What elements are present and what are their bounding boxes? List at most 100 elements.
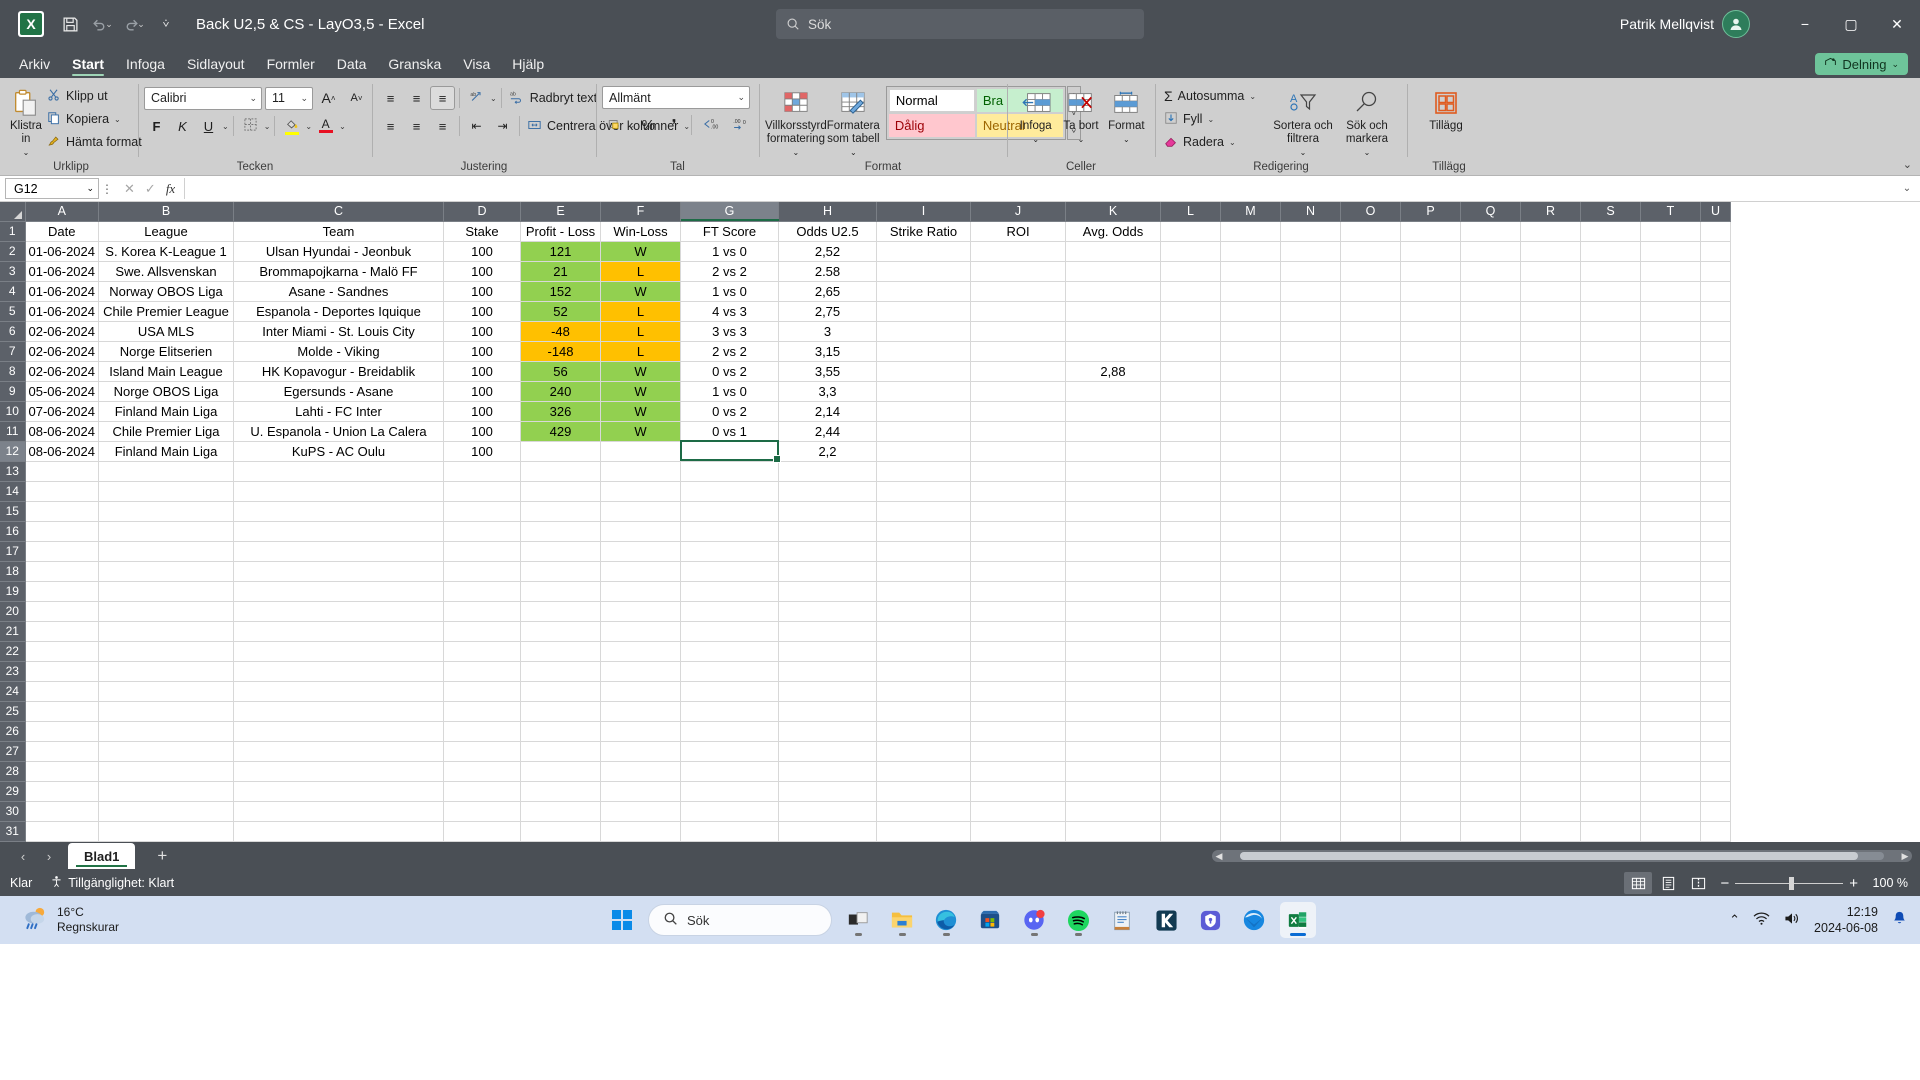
cell-C1[interactable]: Team <box>233 221 444 242</box>
cell-E11[interactable]: 429 <box>520 421 601 442</box>
cell-N26[interactable] <box>1280 721 1341 742</box>
table-row[interactable]: 19 <box>0 581 1731 602</box>
tab-data[interactable]: Data <box>326 52 378 78</box>
cell-E25[interactable] <box>520 701 601 722</box>
cell-H5[interactable]: 2,75 <box>778 301 877 322</box>
cell-G25[interactable] <box>680 701 779 722</box>
column-header-r[interactable]: R <box>1520 202 1581 222</box>
wrap-text-button[interactable]: ab Radbryt text <box>506 86 602 110</box>
cell-T6[interactable] <box>1640 321 1701 342</box>
increase-decimal-button[interactable]: .00 0 <box>727 113 757 137</box>
cell-D9[interactable]: 100 <box>443 381 521 402</box>
cell-D30[interactable] <box>443 801 521 822</box>
cell-B27[interactable] <box>98 741 234 762</box>
cell-H3[interactable]: 2.58 <box>778 261 877 282</box>
cell-R28[interactable] <box>1520 761 1581 782</box>
cell-C7[interactable]: Molde - Viking <box>233 341 444 362</box>
row-header-8[interactable]: 8 <box>0 361 26 382</box>
cell-K22[interactable] <box>1065 641 1161 662</box>
cell-H7[interactable]: 3,15 <box>778 341 877 362</box>
cell-H31[interactable] <box>778 821 877 842</box>
cell-L24[interactable] <box>1160 681 1221 702</box>
cell-L18[interactable] <box>1160 561 1221 582</box>
cell-J16[interactable] <box>970 521 1066 542</box>
cell-F10[interactable]: W <box>600 401 681 422</box>
cell-H18[interactable] <box>778 561 877 582</box>
cell-O1[interactable] <box>1340 221 1401 242</box>
cell-R1[interactable] <box>1520 221 1581 242</box>
cell-M19[interactable] <box>1220 581 1281 602</box>
cell-U11[interactable] <box>1700 421 1731 442</box>
cell-K18[interactable] <box>1065 561 1161 582</box>
cell-Q9[interactable] <box>1460 381 1521 402</box>
cell-H23[interactable] <box>778 661 877 682</box>
cell-E23[interactable] <box>520 661 601 682</box>
cell-L7[interactable] <box>1160 341 1221 362</box>
cell-U30[interactable] <box>1700 801 1731 822</box>
cell-B19[interactable] <box>98 581 234 602</box>
cell-C9[interactable]: Egersunds - Asane <box>233 381 444 402</box>
cell-O4[interactable] <box>1340 281 1401 302</box>
cell-T30[interactable] <box>1640 801 1701 822</box>
row-header-27[interactable]: 27 <box>0 741 26 762</box>
cell-L15[interactable] <box>1160 501 1221 522</box>
cell-H22[interactable] <box>778 641 877 662</box>
borders-button[interactable] <box>238 114 263 138</box>
cell-Q7[interactable] <box>1460 341 1521 362</box>
cell-J1[interactable]: ROI <box>970 221 1066 242</box>
table-row[interactable]: 23 <box>0 661 1731 682</box>
cell-P28[interactable] <box>1400 761 1461 782</box>
table-row[interactable]: 20 <box>0 601 1731 622</box>
cell-M3[interactable] <box>1220 261 1281 282</box>
cell-M13[interactable] <box>1220 461 1281 482</box>
cell-P2[interactable] <box>1400 241 1461 262</box>
cell-G15[interactable] <box>680 501 779 522</box>
cell-I21[interactable] <box>876 621 971 642</box>
cell-N4[interactable] <box>1280 281 1341 302</box>
cell-C16[interactable] <box>233 521 444 542</box>
cell-T9[interactable] <box>1640 381 1701 402</box>
cell-O31[interactable] <box>1340 821 1401 842</box>
cell-O25[interactable] <box>1340 701 1401 722</box>
cell-R2[interactable] <box>1520 241 1581 262</box>
cell-F29[interactable] <box>600 781 681 802</box>
cell-R24[interactable] <box>1520 681 1581 702</box>
cell-T12[interactable] <box>1640 441 1701 462</box>
cell-F26[interactable] <box>600 721 681 742</box>
cell-E1[interactable]: Profit - Loss <box>520 221 601 242</box>
cell-P8[interactable] <box>1400 361 1461 382</box>
table-row[interactable]: 7 02-06-2024 Norge Elitserien Molde - Vikin… <box>0 341 1731 362</box>
cell-P22[interactable] <box>1400 641 1461 662</box>
cell-Q27[interactable] <box>1460 741 1521 762</box>
cell-C12[interactable]: KuPS - AC Oulu <box>233 441 444 462</box>
column-header-f[interactable]: F <box>600 202 681 222</box>
cell-N31[interactable] <box>1280 821 1341 842</box>
cell-S17[interactable] <box>1580 541 1641 562</box>
decrease-font-size-button[interactable]: A ˅ <box>344 86 369 110</box>
cell-J23[interactable] <box>970 661 1066 682</box>
cell-F25[interactable] <box>600 701 681 722</box>
fill-button[interactable]: Fyll ⌄ <box>1161 108 1271 130</box>
cell-R16[interactable] <box>1520 521 1581 542</box>
conditional-formatting-button[interactable]: Villkorsstyrd formatering ⌄ <box>765 84 827 159</box>
cell-U27[interactable] <box>1700 741 1731 762</box>
cell-I10[interactable] <box>876 401 971 422</box>
cell-O6[interactable] <box>1340 321 1401 342</box>
cell-D25[interactable] <box>443 701 521 722</box>
cell-K17[interactable] <box>1065 541 1161 562</box>
tab-start[interactable]: Start <box>61 52 115 78</box>
cell-T2[interactable] <box>1640 241 1701 262</box>
row-header-25[interactable]: 25 <box>0 701 26 722</box>
cell-K5[interactable] <box>1065 301 1161 322</box>
cell-B31[interactable] <box>98 821 234 842</box>
cell-S27[interactable] <box>1580 741 1641 762</box>
cell-I30[interactable] <box>876 801 971 822</box>
cell-E13[interactable] <box>520 461 601 482</box>
cell-B21[interactable] <box>98 621 234 642</box>
cell-I7[interactable] <box>876 341 971 362</box>
cell-K28[interactable] <box>1065 761 1161 782</box>
cell-U5[interactable] <box>1700 301 1731 322</box>
cell-G7[interactable]: 2 vs 2 <box>680 341 779 362</box>
cell-A4[interactable]: 01-06-2024 <box>25 281 99 302</box>
cell-R22[interactable] <box>1520 641 1581 662</box>
